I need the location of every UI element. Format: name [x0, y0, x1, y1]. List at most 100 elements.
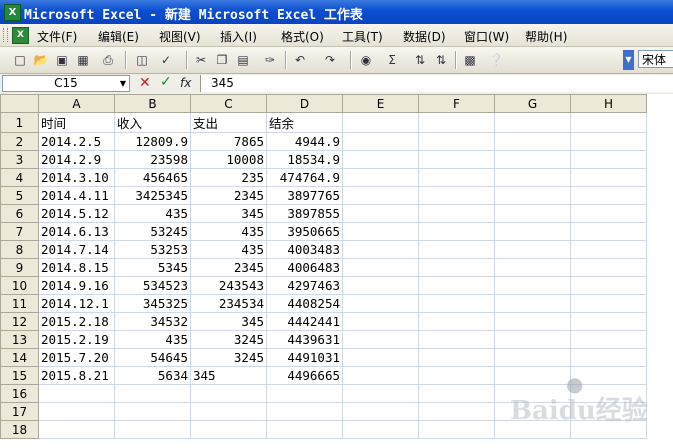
- chart-wizard-icon[interactable]: ▩: [462, 52, 478, 68]
- column-header-e[interactable]: E: [342, 94, 419, 113]
- cell-d4[interactable]: 474764.9: [266, 168, 343, 187]
- cell-f4[interactable]: [418, 168, 495, 187]
- cell-c6[interactable]: 345: [190, 204, 267, 223]
- cell-f15[interactable]: [418, 366, 495, 385]
- cell-a6[interactable]: 2014.5.12: [38, 204, 115, 223]
- cell-c10[interactable]: 243543: [190, 276, 267, 295]
- cell-h6[interactable]: [570, 204, 647, 223]
- cell-b10[interactable]: 534523: [114, 276, 191, 295]
- column-header-h[interactable]: H: [570, 94, 647, 113]
- row-header[interactable]: 8: [0, 240, 39, 259]
- menu-grip[interactable]: [3, 28, 8, 42]
- cell-d11[interactable]: 4408254: [266, 294, 343, 313]
- cell-d16[interactable]: [266, 384, 343, 403]
- cell-c7[interactable]: 435: [190, 222, 267, 241]
- cell-f17[interactable]: [418, 402, 495, 421]
- help-icon[interactable]: ❔: [488, 52, 504, 68]
- column-header-c[interactable]: C: [190, 94, 267, 113]
- cell-g5[interactable]: [494, 186, 571, 205]
- print-preview-icon[interactable]: ◫: [134, 52, 150, 68]
- column-header-b[interactable]: B: [114, 94, 191, 113]
- menu-edit[interactable]: 编辑(E): [98, 28, 139, 45]
- row-header[interactable]: 3: [0, 150, 39, 169]
- cell-f3[interactable]: [418, 150, 495, 169]
- permission-icon[interactable]: ▦: [75, 52, 91, 68]
- cell-d1[interactable]: 结余: [266, 112, 343, 133]
- cell-g2[interactable]: [494, 132, 571, 151]
- column-header-a[interactable]: A: [38, 94, 115, 113]
- cell-c13[interactable]: 3245: [190, 330, 267, 349]
- cell-e6[interactable]: [342, 204, 419, 223]
- cell-e9[interactable]: [342, 258, 419, 277]
- font-name-box[interactable]: 宋体: [638, 50, 673, 68]
- cell-e2[interactable]: [342, 132, 419, 151]
- cell-d5[interactable]: 3897765: [266, 186, 343, 205]
- cell-e11[interactable]: [342, 294, 419, 313]
- row-header[interactable]: 11: [0, 294, 39, 313]
- cell-h5[interactable]: [570, 186, 647, 205]
- cell-a15[interactable]: 2015.8.21: [38, 366, 115, 385]
- open-icon[interactable]: 📂: [33, 52, 49, 68]
- cell-c18[interactable]: [190, 420, 267, 439]
- cell-e17[interactable]: [342, 402, 419, 421]
- cell-d9[interactable]: 4006483: [266, 258, 343, 277]
- cell-a10[interactable]: 2014.9.16: [38, 276, 115, 295]
- cell-e3[interactable]: [342, 150, 419, 169]
- cell-d8[interactable]: 4003483: [266, 240, 343, 259]
- cell-b18[interactable]: [114, 420, 191, 439]
- menu-insert[interactable]: 插入(I): [220, 28, 257, 45]
- cell-c12[interactable]: 345: [190, 312, 267, 331]
- row-header[interactable]: 7: [0, 222, 39, 241]
- cell-b16[interactable]: [114, 384, 191, 403]
- new-icon[interactable]: □: [12, 52, 28, 68]
- cell-e14[interactable]: [342, 348, 419, 367]
- cell-c4[interactable]: 235: [190, 168, 267, 187]
- cell-g3[interactable]: [494, 150, 571, 169]
- cell-c1[interactable]: 支出: [190, 112, 267, 133]
- cell-g11[interactable]: [494, 294, 571, 313]
- cell-h8[interactable]: [570, 240, 647, 259]
- cell-e1[interactable]: [342, 112, 419, 133]
- cell-c11[interactable]: 234534: [190, 294, 267, 313]
- cell-e4[interactable]: [342, 168, 419, 187]
- formula-input[interactable]: 345: [200, 75, 673, 92]
- cell-g4[interactable]: [494, 168, 571, 187]
- cell-g7[interactable]: [494, 222, 571, 241]
- cell-d15[interactable]: 4496665: [266, 366, 343, 385]
- cell-d3[interactable]: 18534.9: [266, 150, 343, 169]
- cell-b15[interactable]: 5634: [114, 366, 191, 385]
- cell-e5[interactable]: [342, 186, 419, 205]
- cell-h2[interactable]: [570, 132, 647, 151]
- row-header[interactable]: 16: [0, 384, 39, 403]
- format-painter-icon[interactable]: ✑: [262, 52, 278, 68]
- cell-h12[interactable]: [570, 312, 647, 331]
- menu-data[interactable]: 数据(D): [403, 28, 446, 45]
- row-header[interactable]: 9: [0, 258, 39, 277]
- row-header[interactable]: 4: [0, 168, 39, 187]
- cell-c3[interactable]: 10008: [190, 150, 267, 169]
- cell-a14[interactable]: 2015.7.20: [38, 348, 115, 367]
- save-icon[interactable]: ▣: [54, 52, 70, 68]
- cell-f13[interactable]: [418, 330, 495, 349]
- cell-d2[interactable]: 4944.9: [266, 132, 343, 151]
- cell-f10[interactable]: [418, 276, 495, 295]
- cell-b6[interactable]: 435: [114, 204, 191, 223]
- cell-h11[interactable]: [570, 294, 647, 313]
- cell-f9[interactable]: [418, 258, 495, 277]
- cell-b14[interactable]: 54645: [114, 348, 191, 367]
- cell-e16[interactable]: [342, 384, 419, 403]
- cell-e7[interactable]: [342, 222, 419, 241]
- redo-icon[interactable]: ↷: [322, 52, 338, 68]
- cell-h3[interactable]: [570, 150, 647, 169]
- cell-h4[interactable]: [570, 168, 647, 187]
- cell-e15[interactable]: [342, 366, 419, 385]
- cell-e18[interactable]: [342, 420, 419, 439]
- cell-a3[interactable]: 2014.2.9: [38, 150, 115, 169]
- cell-f16[interactable]: [418, 384, 495, 403]
- cell-c16[interactable]: [190, 384, 267, 403]
- row-header[interactable]: 15: [0, 366, 39, 385]
- autosum-icon[interactable]: Σ: [384, 52, 400, 68]
- cell-c8[interactable]: 435: [190, 240, 267, 259]
- cell-f12[interactable]: [418, 312, 495, 331]
- cell-g12[interactable]: [494, 312, 571, 331]
